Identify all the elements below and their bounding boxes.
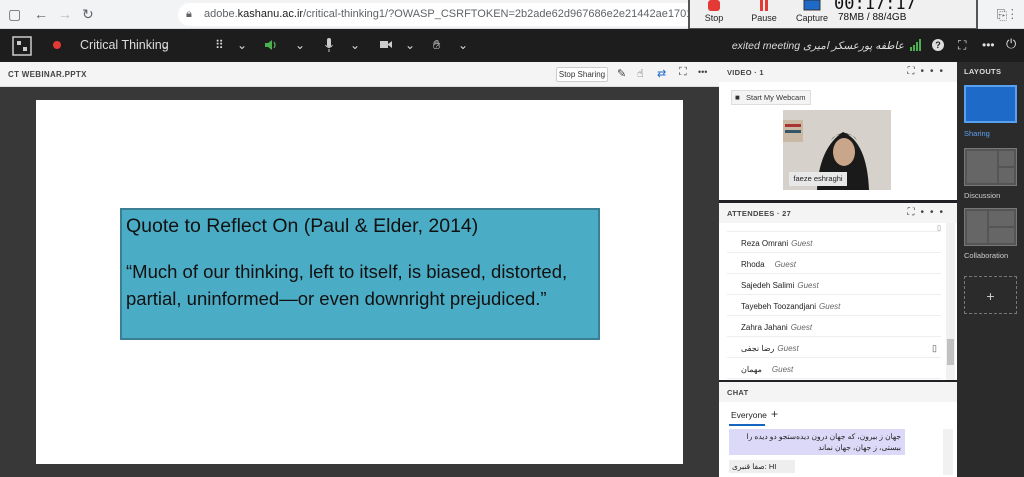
stop-sharing-button[interactable]: Stop Sharing xyxy=(556,67,608,82)
layouts-panel: LAYOUTS Sharing Discussion Collaboration… xyxy=(957,62,1024,477)
presentation-slide: Quote to Reflect On (Paul & Elder, 2014)… xyxy=(36,100,683,464)
attendee-row[interactable]: Rhoda Guest xyxy=(727,254,941,274)
chat-scrollbar[interactable] xyxy=(943,429,953,475)
attendees-pod-header: ATTENDEES · 27 ⛶••• xyxy=(719,203,957,223)
apps-dropdown-icon[interactable]: ⌄ xyxy=(237,38,247,52)
help-icon[interactable]: ? xyxy=(932,39,944,51)
url-text: adobe.kashanu.ac.ir/critical-thinking1/?… xyxy=(204,8,694,20)
speaker-icon[interactable] xyxy=(264,39,278,51)
browser-menu-icon[interactable]: ⎘ ⋮ xyxy=(997,7,1014,23)
share-pod-header: CT WEBINAR.PPTX Stop Sharing ✎ ☝︎ ⇄ ⛶ ••… xyxy=(0,62,719,87)
start-webcam-button[interactable]: ■ Start My Webcam xyxy=(731,90,811,105)
title-dropdown-icon[interactable]: ⌄ xyxy=(160,38,170,52)
attendee-row[interactable]: مهمان Guest xyxy=(727,359,941,379)
maximize-icon[interactable]: ⛶ xyxy=(679,66,687,79)
slide-heading: Quote to Reflect On (Paul & Elder, 2014) xyxy=(126,215,479,237)
record-indicator-icon xyxy=(53,41,61,49)
exited-notification: exited meeting عاطفه پورعسکر امیری xyxy=(731,40,904,52)
pause-record-button[interactable]: Pause xyxy=(744,0,784,23)
video-pod-header: VIDEO · 1 ⛶••• xyxy=(719,62,957,82)
signal-strength-icon xyxy=(910,39,921,51)
share-pod-title: CT WEBINAR.PPTX xyxy=(8,70,87,79)
chat-pod: Everyone + جهان ز بیرون، که جهان درون دی… xyxy=(719,402,957,477)
attendees-pod-title: ATTENDEES · 27 xyxy=(727,209,792,218)
exit-power-icon[interactable]: ⏻ xyxy=(1006,37,1016,51)
raise-hand-icon[interactable]: ✋︎ xyxy=(433,38,440,52)
microphone-icon[interactable] xyxy=(325,38,333,52)
monitor-icon xyxy=(803,0,821,11)
stop-record-button[interactable]: Stop xyxy=(694,0,734,23)
add-layout-button[interactable]: + xyxy=(964,276,1017,314)
mobile-device-icon: ▯ xyxy=(932,343,937,353)
tab-actions-icon[interactable]: ▢ xyxy=(8,7,21,21)
attendee-row-partial[interactable]: ▯ xyxy=(727,223,941,232)
forward-arrow-icon[interactable]: → xyxy=(58,7,72,21)
lock-icon: 🔒︎ xyxy=(186,8,192,20)
chat-pod-header: CHAT xyxy=(719,382,957,402)
speaker-dropdown-icon[interactable]: ⌄ xyxy=(295,38,305,52)
chat-message: صفا قنبری: HI xyxy=(729,460,795,473)
discussion-layout-icon xyxy=(967,151,1014,183)
participant-video: faeze eshraghi xyxy=(783,110,891,190)
pen-icon[interactable]: ✎ xyxy=(617,67,626,80)
attendee-row[interactable]: رضا نجفی Guest ▯ xyxy=(727,338,941,358)
attendee-row[interactable]: Reza Omrani Guest xyxy=(727,233,941,253)
camera-icon[interactable] xyxy=(380,40,392,49)
attendees-list: ▯ Reza Omrani Guest Rhoda Guest Sajedeh Sa… xyxy=(719,223,957,380)
sync-icon[interactable]: ⇄ xyxy=(657,67,666,80)
attendees-pod-controls[interactable]: ⛶••• xyxy=(907,207,949,218)
layouts-title: LAYOUTS xyxy=(964,67,1002,76)
screen-recorder-panel: Stop Pause Capture 00:17:17 78MB / 88/4G… xyxy=(688,0,978,30)
active-tab-underline xyxy=(729,424,765,426)
mic-dropdown-icon[interactable]: ⌄ xyxy=(350,38,360,52)
meeting-toolbar: Critical Thinking ⌄ ⠿ ⌄ ⌄ ⌄ ⌄ ✋︎ ⌄ exite… xyxy=(0,29,1024,62)
collaboration-layout-icon xyxy=(967,211,1014,243)
layout-collaboration-thumbnail[interactable] xyxy=(964,208,1017,246)
chat-pod-title: CHAT xyxy=(727,388,749,397)
full-screen-toggle-icon[interactable]: ⛶ xyxy=(958,38,966,52)
reload-icon[interactable]: ↻ xyxy=(82,7,94,21)
hand-dropdown-icon[interactable]: ⌄ xyxy=(458,38,468,52)
attendee-row[interactable]: Sajedeh Salimi Guest xyxy=(727,275,941,295)
participant-name-label: faeze eshraghi xyxy=(789,172,847,186)
video-pod: ■ Start My Webcam faeze eshraghi xyxy=(719,82,957,200)
layout-sharing-label[interactable]: Sharing xyxy=(964,129,990,138)
slide-quote: “Much of our thinking, left to itself, i… xyxy=(126,261,568,309)
meeting-title[interactable]: Critical Thinking xyxy=(80,38,169,52)
webcam-icon: ■ xyxy=(735,93,740,102)
layout-collaboration-label[interactable]: Collaboration xyxy=(964,251,1008,260)
pause-icon xyxy=(760,0,768,11)
more-options-icon[interactable]: ••• xyxy=(982,38,995,52)
address-bar[interactable]: 🔒︎ adobe.kashanu.ac.ir/critical-thinking… xyxy=(178,3,698,26)
chat-message: جهان ز بیرون، که جهان درون دیده‌ستجو دو … xyxy=(729,429,905,455)
back-arrow-icon[interactable]: ← xyxy=(34,7,48,21)
share-pod-content: Quote to Reflect On (Paul & Elder, 2014)… xyxy=(0,87,719,477)
stop-label: Stop xyxy=(704,13,724,23)
camera-dropdown-icon[interactable]: ⌄ xyxy=(405,38,415,52)
add-chat-tab-icon[interactable]: + xyxy=(771,407,778,421)
pointer-icon[interactable]: ☝︎ xyxy=(637,67,644,80)
stop-icon xyxy=(708,0,720,11)
quote-box: Quote to Reflect On (Paul & Elder, 2014)… xyxy=(120,208,600,340)
pause-label: Pause xyxy=(751,13,777,23)
attendees-scrollbar[interactable] xyxy=(946,223,955,380)
layout-sharing-thumbnail[interactable] xyxy=(964,85,1017,123)
memory-usage: 78MB / 88/4GB xyxy=(838,12,907,23)
attendee-row[interactable]: Tayebeh Toozandjani Guest xyxy=(727,296,941,316)
scrollbar-thumb[interactable] xyxy=(947,339,954,365)
video-pod-controls[interactable]: ⛶••• xyxy=(907,66,949,77)
pod-options-icon[interactable]: ••• xyxy=(698,67,707,77)
fullscreen-icon[interactable] xyxy=(12,36,32,56)
device-icon: ▯ xyxy=(937,225,941,232)
apps-grid-icon[interactable]: ⠿ xyxy=(215,38,224,52)
video-pod-title: VIDEO · 1 xyxy=(727,68,764,77)
chat-tab-everyone[interactable]: Everyone xyxy=(731,410,767,420)
start-webcam-label: Start My Webcam xyxy=(746,93,806,102)
capture-label: Capture xyxy=(795,13,829,23)
attendee-row[interactable]: Zahra Jahani Guest xyxy=(727,317,941,337)
capture-button[interactable]: Capture xyxy=(790,0,834,23)
layout-discussion-thumbnail[interactable] xyxy=(964,148,1017,186)
layout-discussion-label[interactable]: Discussion xyxy=(964,191,1000,200)
